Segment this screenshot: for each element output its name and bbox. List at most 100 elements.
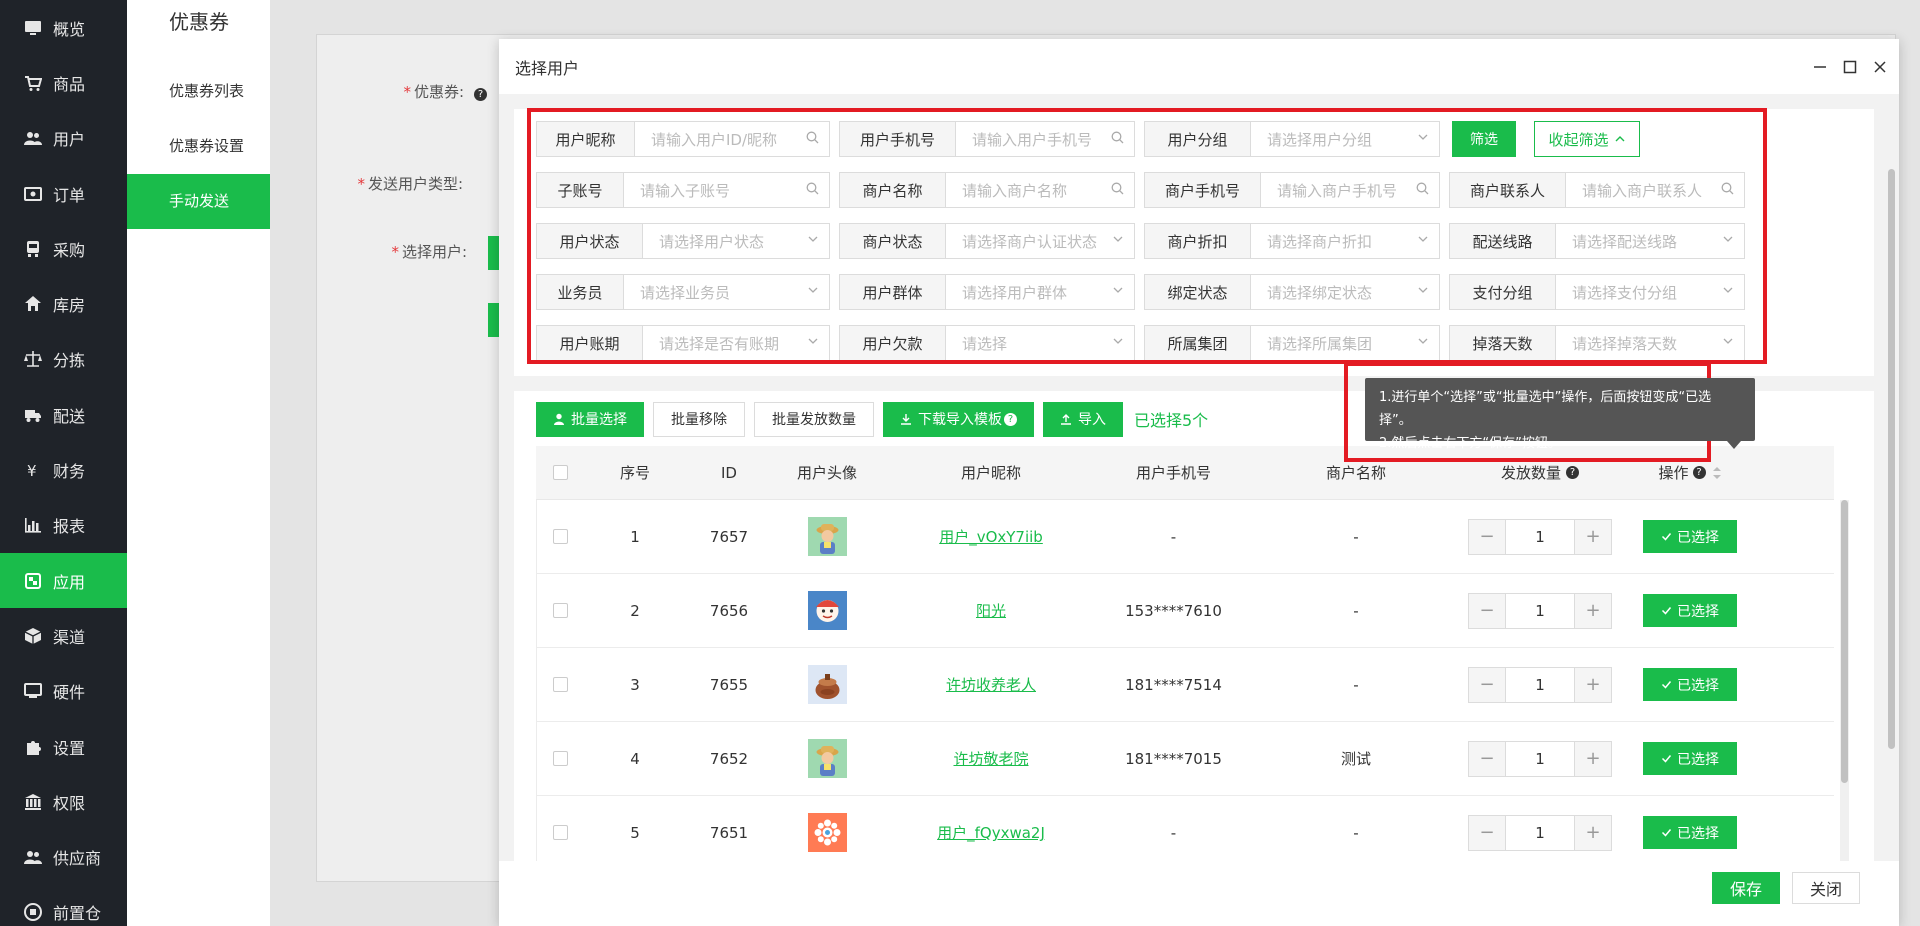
- selected-button[interactable]: 已选择: [1643, 668, 1737, 701]
- coupon-label: * 优惠券:?: [317, 81, 487, 102]
- selected-button[interactable]: 已选择: [1643, 594, 1737, 627]
- quantity-value[interactable]: 1: [1505, 815, 1575, 850]
- check-icon: [1661, 533, 1672, 541]
- col-avatar: 用户头像: [796, 464, 857, 482]
- sidebar-item-label: 订单: [53, 185, 86, 205]
- quantity-value[interactable]: 1: [1505, 667, 1575, 702]
- batch-quantity-button[interactable]: 批量发放数量: [754, 401, 874, 437]
- select-user-modal: 选择用户 用户昵称 请输入用户ID/昵称 用户手机号 请输入用户手机号 用户分组 请选择用…: [499, 39, 1899, 926]
- submenu-title: 优惠券: [169, 10, 229, 34]
- upload-icon: [1061, 414, 1071, 425]
- cell-id: 7657: [709, 527, 749, 546]
- table-row: 3 7655 许坊收养老人 181****7514 - −1 + 已选择: [536, 648, 1834, 722]
- maximize-icon[interactable]: [1835, 52, 1865, 82]
- sidebar-item-6[interactable]: 分拣: [0, 332, 127, 387]
- batch-remove-button[interactable]: 批量移除: [653, 401, 745, 437]
- user-nickname-link[interactable]: 许坊收养老人: [946, 674, 1036, 695]
- row-checkbox[interactable]: [553, 751, 568, 766]
- submenu-item-coupon-settings[interactable]: 优惠券设置: [127, 119, 270, 174]
- increment-button[interactable]: +: [1575, 519, 1611, 554]
- check-icon: [1661, 829, 1672, 837]
- modal-body: 用户昵称 请输入用户ID/昵称 用户手机号 请输入用户手机号 用户分组 请选择用户分组 筛选…: [499, 94, 1899, 861]
- save-button[interactable]: 保存: [1712, 872, 1780, 904]
- avatar: [807, 665, 847, 704]
- bank-icon: [23, 792, 43, 812]
- user-nickname-link[interactable]: 阳光: [976, 600, 1006, 621]
- decrement-button[interactable]: −: [1469, 815, 1505, 850]
- decrement-button[interactable]: −: [1469, 741, 1505, 776]
- sidebar-item-4[interactable]: 采购: [0, 221, 127, 276]
- sidebar-item-13[interactable]: 设置: [0, 719, 127, 774]
- selected-count: 已选择5个: [1134, 411, 1209, 430]
- sidebar-item-12[interactable]: 硬件: [0, 664, 127, 719]
- sidebar-item-8[interactable]: ¥ 财务: [0, 442, 127, 497]
- help-icon: ?: [1566, 466, 1579, 479]
- col-id: ID: [721, 463, 737, 482]
- home-icon: [23, 294, 43, 314]
- close-button[interactable]: 关闭: [1792, 872, 1860, 904]
- sidebar-item-label: 权限: [53, 793, 86, 813]
- batch-select-button[interactable]: 批量选择: [536, 401, 644, 437]
- increment-button[interactable]: +: [1575, 593, 1611, 628]
- supplier-icon: [23, 847, 43, 867]
- main-sidebar: 概览 商品 用户订单采购 库房分拣配送 ¥ 财务 报表应用渠道 硬件设置权限供应商 前置仓: [0, 0, 127, 926]
- submenu-item-coupon-list[interactable]: 优惠券列表: [127, 64, 270, 119]
- sidebar-item-10[interactable]: 应用: [0, 552, 127, 609]
- modal-scrollbar[interactable]: [1887, 149, 1897, 809]
- tooltip-line-2: 2.然后点击右下方“保存”按钮。: [1379, 436, 1561, 451]
- quantity-value[interactable]: 1: [1505, 741, 1575, 776]
- increment-button[interactable]: +: [1575, 667, 1611, 702]
- row-checkbox[interactable]: [553, 677, 568, 692]
- sidebar-item-7[interactable]: 配送: [0, 387, 127, 442]
- cell-index: 5: [630, 823, 640, 842]
- quantity-stepper: −1 +: [1468, 592, 1612, 629]
- cell-phone: -: [1170, 527, 1177, 546]
- decrement-button[interactable]: −: [1469, 519, 1505, 554]
- sidebar-item-label: 设置: [53, 738, 86, 758]
- sidebar-item-11[interactable]: 渠道: [0, 608, 127, 663]
- minimize-icon[interactable]: [1805, 52, 1835, 82]
- selected-button[interactable]: 已选择: [1643, 742, 1737, 775]
- check-icon: [1661, 681, 1672, 689]
- sidebar-item-label: 分拣: [53, 351, 86, 371]
- table-row: 4 7652 许坊敬老院 181****7015 测试 −1 + 已选择: [536, 722, 1834, 796]
- table-row: 2 7656 阳光 153****7610 - −1 + 已选择: [536, 574, 1834, 648]
- sidebar-item-3[interactable]: 订单: [0, 166, 127, 221]
- decrement-button[interactable]: −: [1469, 667, 1505, 702]
- sidebar-item-16[interactable]: 前置仓: [0, 885, 127, 926]
- sidebar-item-1[interactable]: 商品: [0, 55, 127, 110]
- row-checkbox[interactable]: [553, 603, 568, 618]
- quantity-value[interactable]: 1: [1505, 519, 1575, 554]
- sidebar-item-0[interactable]: 概览: [0, 0, 127, 55]
- import-button[interactable]: 导入: [1043, 401, 1123, 437]
- download-template-button[interactable]: 下载导入模板 ?: [883, 401, 1034, 437]
- user-nickname-link[interactable]: 用户_vOxY7iib: [939, 526, 1043, 547]
- col-index: 序号: [619, 464, 650, 482]
- increment-button[interactable]: +: [1575, 815, 1611, 850]
- puzzle-icon: [23, 737, 43, 757]
- close-icon[interactable]: [1865, 52, 1895, 82]
- selected-button[interactable]: 已选择: [1643, 520, 1737, 553]
- sidebar-item-5[interactable]: 库房: [0, 276, 127, 331]
- sidebar-item-9[interactable]: 报表: [0, 498, 127, 553]
- row-checkbox[interactable]: [553, 529, 568, 544]
- increment-button[interactable]: +: [1575, 741, 1611, 776]
- user-nickname-link[interactable]: 用户_fQyxwa2J: [937, 822, 1045, 843]
- sidebar-item-14[interactable]: 权限: [0, 774, 127, 829]
- filter-highlight-box: [527, 108, 1767, 364]
- table-scrollbar[interactable]: [1840, 500, 1849, 861]
- row-checkbox[interactable]: [553, 825, 568, 840]
- selected-button[interactable]: 已选择: [1643, 816, 1737, 849]
- col-phone: 用户手机号: [1135, 464, 1211, 482]
- submenu-item-manual-send[interactable]: 手动发送: [127, 174, 270, 229]
- user-nickname-link[interactable]: 许坊敬老院: [953, 748, 1028, 769]
- sidebar-item-15[interactable]: 供应商: [0, 829, 127, 884]
- select-all-checkbox[interactable]: [552, 465, 568, 480]
- app-icon: [23, 571, 43, 591]
- quantity-stepper: −1 +: [1468, 740, 1612, 777]
- decrement-button[interactable]: −: [1469, 593, 1505, 628]
- quantity-value[interactable]: 1: [1505, 593, 1575, 628]
- sidebar-item-label: 应用: [53, 572, 86, 592]
- sidebar-item-2[interactable]: 用户: [0, 111, 127, 166]
- download-icon: [901, 414, 911, 425]
